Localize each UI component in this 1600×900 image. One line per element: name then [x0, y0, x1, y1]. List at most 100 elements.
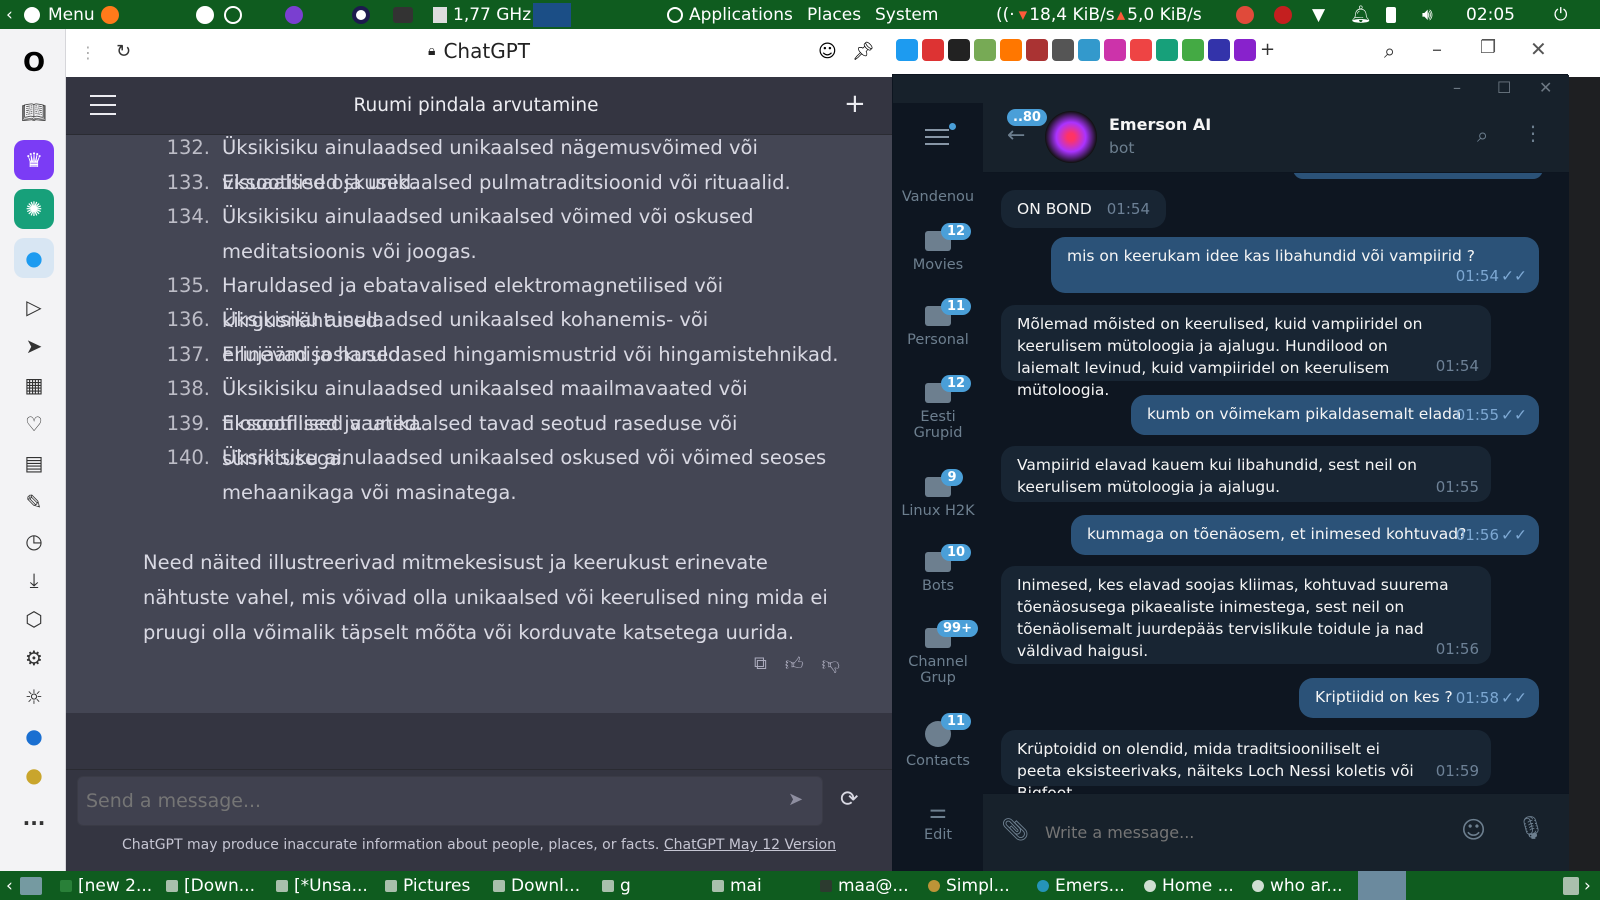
clock[interactable]: 02:05 [1466, 0, 1515, 29]
workspace-switcher[interactable] [1358, 871, 1406, 900]
trash-button[interactable] [1563, 871, 1579, 900]
launcher-terminal[interactable] [393, 0, 413, 29]
tab-icon-4[interactable] [974, 39, 996, 61]
folder-movies[interactable]: 12 Movies [893, 223, 983, 273]
pin-icon[interactable]: 📌︎ [852, 41, 875, 62]
more-vertical-icon[interactable]: ⋮ [1523, 121, 1543, 145]
taskbar-left-arrow[interactable]: ‹ [6, 871, 13, 900]
restore-icon[interactable]: ❐ [1480, 37, 1496, 58]
tab-icon-7[interactable] [1052, 39, 1074, 61]
system-menu[interactable]: System [875, 0, 938, 29]
copy-icon[interactable]: ⧉ [754, 653, 767, 675]
taskbar-right-arrow[interactable]: › [1584, 871, 1591, 900]
reload-icon[interactable]: ↻ [116, 41, 131, 62]
chat-name[interactable]: Emerson AI [1109, 115, 1211, 134]
tg-message-input[interactable] [1045, 818, 1425, 846]
folder-bots[interactable]: 10 Bots [893, 544, 983, 594]
thumbs-down-icon[interactable]: 👎︎ [822, 653, 840, 675]
folder-personal[interactable]: 11 Personal [893, 298, 983, 348]
downloads-icon[interactable]: ⤓ [14, 560, 54, 600]
tg-minimize-icon[interactable]: – [1453, 78, 1461, 97]
launcher-tor[interactable] [285, 0, 303, 29]
snapshot-icon[interactable]: ✎ [14, 482, 54, 522]
folder-edit[interactable]: ⚌ Edit [893, 799, 983, 843]
tab-icon-5[interactable] [1000, 39, 1022, 61]
close-icon[interactable]: ✕ [1530, 37, 1547, 61]
microphone-icon[interactable]: 🎙︎ [1517, 816, 1545, 841]
task-item[interactable]: Simpl... [928, 871, 1010, 900]
tray-wifi[interactable]: ▼ [1312, 0, 1325, 29]
applications-menu[interactable]: Applications [667, 0, 793, 29]
panel-left-arrow[interactable]: ‹ [6, 0, 13, 29]
folder-contacts[interactable]: 11 Contacts [893, 713, 983, 769]
minimize-icon[interactable]: – [1432, 37, 1442, 61]
drag-handle-icon[interactable]: ⋮ [80, 43, 96, 62]
tray-battery[interactable] [1386, 0, 1396, 29]
tg-search-icon[interactable]: ⌕ [1477, 123, 1488, 147]
tray-notifications[interactable]: 🔔︎ [1350, 0, 1372, 29]
new-chat-icon[interactable]: + [844, 89, 866, 119]
task-item[interactable]: maa@... [820, 871, 909, 900]
search-icon[interactable]: ⌕ [1384, 39, 1395, 63]
send-icon[interactable]: ➤ [788, 789, 803, 810]
wallet-icon[interactable]: ● [14, 755, 54, 795]
task-item[interactable]: [new 2... [60, 871, 152, 900]
task-item[interactable]: who ar... [1252, 871, 1343, 900]
tab-icon-14[interactable] [1234, 39, 1256, 61]
messenger-icon[interactable]: ● [14, 716, 54, 756]
thumbs-up-icon[interactable]: 👍︎ [785, 653, 804, 675]
more-icon[interactable]: ··· [14, 803, 54, 843]
tab-icon-3[interactable] [948, 39, 970, 61]
version-link[interactable]: ChatGPT May 12 Version [664, 837, 836, 853]
menu-button[interactable]: Menu [24, 0, 95, 29]
regenerate-icon[interactable]: ⟳ [840, 787, 858, 812]
chatgpt-icon[interactable]: ✺ [14, 189, 54, 229]
task-item[interactable]: Pictures [385, 871, 470, 900]
tg-close-icon[interactable]: ✕ [1539, 78, 1552, 97]
tray-updates[interactable] [1236, 0, 1254, 29]
task-item[interactable]: [Down... [166, 871, 255, 900]
firefox-launcher[interactable] [101, 0, 119, 29]
send-icon[interactable]: ➤ [14, 326, 54, 366]
tab-icon-11[interactable] [1156, 39, 1178, 61]
player-icon[interactable]: ▷ [14, 287, 54, 327]
tg-menu-icon[interactable] [925, 123, 956, 145]
tab-icon-13[interactable] [1208, 39, 1230, 61]
tab-icon-10[interactable] [1130, 39, 1152, 61]
cube-icon[interactable]: ⬡ [14, 599, 54, 639]
history-icon[interactable]: ◷ [14, 521, 54, 561]
folder-linux-h2k[interactable]: 9 Linux H2K [893, 469, 983, 519]
folder-eesti-grupid[interactable]: 12 Eesti Grupid [893, 375, 983, 441]
attach-icon[interactable]: 📎︎ [1001, 818, 1029, 843]
places-menu[interactable]: Places [807, 0, 861, 29]
task-item[interactable]: [*Unsa... [276, 871, 368, 900]
task-item[interactable]: g [602, 871, 631, 900]
news-icon[interactable]: ▤ [14, 443, 54, 483]
tab-icon-8[interactable] [1078, 39, 1100, 61]
emoji-icon[interactable]: ☺ [818, 41, 837, 62]
extensions-icon[interactable]: ▦ [14, 365, 54, 405]
back-arrow-icon[interactable]: ← [1007, 123, 1025, 148]
message-input[interactable] [86, 787, 726, 815]
tab-icon-9[interactable] [1104, 39, 1126, 61]
tg-maximize-icon[interactable]: ☐ [1497, 78, 1511, 97]
tray-volume[interactable]: 🔊︎ [1422, 0, 1433, 29]
task-item[interactable]: Home ... [1144, 871, 1234, 900]
folder-channel-grup[interactable]: 99+ Channel Grup [893, 620, 983, 686]
tab-twitter-icon[interactable] [896, 39, 918, 61]
tray-record[interactable] [1274, 0, 1292, 29]
task-item[interactable]: Downl... [493, 871, 580, 900]
launcher-settings[interactable] [224, 0, 242, 29]
twitter-icon[interactable]: ● [14, 238, 54, 278]
emoji-picker-icon[interactable]: ☺ [1461, 816, 1486, 844]
bookmarks-icon[interactable]: 📖︎ [14, 92, 54, 132]
settings-icon[interactable]: ⚙ [14, 638, 54, 678]
heart-icon[interactable]: ♡ [14, 404, 54, 444]
launcher-a[interactable] [196, 0, 214, 29]
launcher-opera[interactable] [352, 0, 370, 29]
task-item[interactable]: mai [712, 871, 762, 900]
power-button[interactable]: ⏻ [1554, 0, 1567, 29]
crown-icon[interactable]: ♛ [14, 140, 54, 180]
tab-icon-2[interactable] [922, 39, 944, 61]
task-item[interactable]: Emers... [1037, 871, 1125, 900]
